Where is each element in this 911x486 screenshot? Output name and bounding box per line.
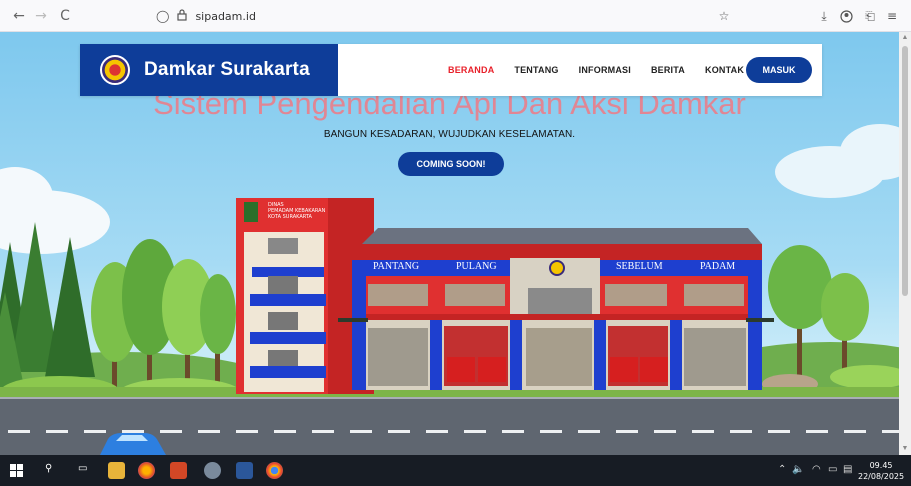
- fire-truck: [447, 357, 475, 382]
- banner-word: SEBELUM: [616, 261, 663, 272]
- file-explorer-icon[interactable]: [108, 462, 125, 479]
- banner-word: PANTANG: [373, 261, 420, 272]
- lock-icon[interactable]: [177, 8, 188, 24]
- station-sign: DINAS PEMADAM KEBAKARAN KOTA SURAKARTA: [268, 202, 325, 220]
- road-dash: [654, 430, 676, 433]
- road-dash: [198, 430, 220, 433]
- road-dash: [274, 430, 296, 433]
- clock-date: 22/08/2025: [858, 472, 905, 481]
- wifi-icon[interactable]: ◠: [812, 464, 821, 475]
- clock-time: 09.45: [869, 461, 893, 470]
- brand-name: Damkar Surakarta: [144, 59, 310, 80]
- road-dash: [388, 430, 410, 433]
- damkar-logo-icon: [100, 55, 130, 85]
- reload-icon[interactable]: C: [54, 5, 76, 27]
- firefox-icon[interactable]: [138, 462, 155, 479]
- site-header: Damkar Surakarta BERANDA TENTANG INFORMA…: [80, 44, 822, 96]
- brand-block[interactable]: Damkar Surakarta: [80, 44, 338, 96]
- search-icon[interactable]: ⚲: [45, 463, 52, 474]
- back-icon[interactable]: ←: [8, 5, 30, 27]
- road-dash: [46, 430, 68, 433]
- tracking-shield-icon[interactable]: ◯: [156, 9, 169, 23]
- word-icon[interactable]: [236, 462, 253, 479]
- road-dash: [426, 430, 448, 433]
- coming-soon-button[interactable]: COMING SOON!: [398, 152, 504, 176]
- road-dash: [578, 430, 600, 433]
- downloads-icon[interactable]: ⤓: [814, 6, 834, 26]
- road-dash: [540, 430, 562, 433]
- main-nav: BERANDA TENTANG INFORMASI BERITA KONTAK: [448, 44, 764, 96]
- banner-word: PULANG: [456, 261, 497, 272]
- sign-line: KOTA SURAKARTA: [268, 214, 312, 220]
- powerpoint-icon[interactable]: [170, 462, 187, 479]
- notification-icon[interactable]: ▤: [843, 464, 852, 475]
- hero-subtitle: BANGUN KESADARAN, WUJUDKAN KESELAMATAN.: [323, 129, 576, 140]
- nav-beranda[interactable]: BERANDA: [448, 65, 494, 75]
- menu-icon[interactable]: ≡: [882, 6, 902, 26]
- volume-icon[interactable]: 🔈: [792, 464, 804, 475]
- chrome-icon[interactable]: [266, 462, 283, 479]
- road-dash: [882, 430, 899, 433]
- scroll-down-icon[interactable]: ▼: [901, 445, 909, 453]
- banner-word: PADAM: [700, 261, 736, 272]
- url-text[interactable]: sipadam.id: [195, 10, 255, 23]
- fire-truck: [640, 357, 668, 382]
- fire-station-building: [236, 198, 774, 394]
- system-clock[interactable]: 09.45 22/08/2025: [858, 460, 904, 482]
- page-viewport: DINAS PEMADAM KEBAKARAN KOTA SURAKARTA P…: [0, 32, 899, 455]
- login-button[interactable]: MASUK: [746, 57, 812, 83]
- road-dash: [350, 430, 372, 433]
- address-bar[interactable]: ◯ sipadam.id: [146, 5, 744, 27]
- forward-icon[interactable]: →: [30, 5, 52, 27]
- car: [100, 433, 166, 455]
- nav-informasi[interactable]: INFORMASI: [579, 65, 631, 75]
- nav-berita[interactable]: BERITA: [651, 65, 685, 75]
- road-dash: [236, 430, 258, 433]
- windows-start-icon[interactable]: [10, 464, 23, 477]
- tray-chevron-icon[interactable]: ⌃: [778, 464, 786, 475]
- account-icon[interactable]: [836, 6, 856, 26]
- road-dash: [806, 430, 828, 433]
- battery-icon[interactable]: ▭: [828, 464, 837, 475]
- road-dash: [692, 430, 714, 433]
- road-dash: [312, 430, 334, 433]
- extensions-icon[interactable]: ⎗: [860, 6, 880, 26]
- scrollbar-thumb[interactable]: [902, 46, 908, 296]
- task-view-icon[interactable]: ▭: [78, 463, 87, 474]
- road-dash: [730, 430, 752, 433]
- browser-toolbar: ← → C ◯ sipadam.id ☆ ⤓ ⎗ ≡: [0, 0, 911, 32]
- fire-truck: [610, 357, 638, 382]
- road-dash: [502, 430, 524, 433]
- bookmark-star-icon[interactable]: ☆: [714, 6, 734, 26]
- fire-truck: [478, 357, 506, 382]
- road-dash: [616, 430, 638, 433]
- road-dash: [844, 430, 866, 433]
- nav-kontak[interactable]: KONTAK: [705, 65, 744, 75]
- road-dash: [8, 430, 30, 433]
- nav-tentang[interactable]: TENTANG: [514, 65, 558, 75]
- scroll-up-icon[interactable]: ▲: [901, 34, 909, 42]
- road-dash: [464, 430, 486, 433]
- windows-taskbar: ⚲ ▭ ⌃ 🔈 ◠ ▭ ▤ 09.45 22/08/2025: [0, 455, 911, 486]
- page-scrollbar[interactable]: ▲ ▼: [899, 32, 911, 455]
- road-dash: [768, 430, 790, 433]
- emblem-icon: [549, 260, 565, 276]
- app-icon[interactable]: [204, 462, 221, 479]
